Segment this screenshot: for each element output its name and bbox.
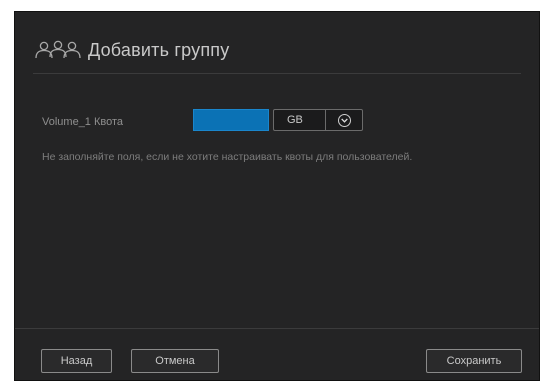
group-users-icon xyxy=(33,39,85,61)
cancel-button[interactable]: Отмена xyxy=(131,349,219,373)
dialog-header: Добавить группу xyxy=(33,36,229,64)
footer-divider xyxy=(15,328,539,329)
quota-hint-text: Не заполняйте поля, если не хотите настр… xyxy=(42,151,413,163)
quota-label: Volume_1 Квота xyxy=(42,116,124,128)
add-group-dialog: Добавить группу Volume_1 Квота GB Не зап… xyxy=(14,11,540,381)
quota-unit-value: GB xyxy=(287,114,303,126)
dialog-title: Добавить группу xyxy=(88,39,230,60)
quota-input[interactable] xyxy=(193,109,269,131)
unit-dropdown-toggle[interactable] xyxy=(326,113,362,127)
header-divider xyxy=(33,73,521,74)
save-button[interactable]: Сохранить xyxy=(426,349,522,373)
back-button[interactable]: Назад xyxy=(41,349,112,373)
chevron-down-icon xyxy=(337,113,351,127)
quota-unit-select[interactable]: GB xyxy=(273,109,363,131)
